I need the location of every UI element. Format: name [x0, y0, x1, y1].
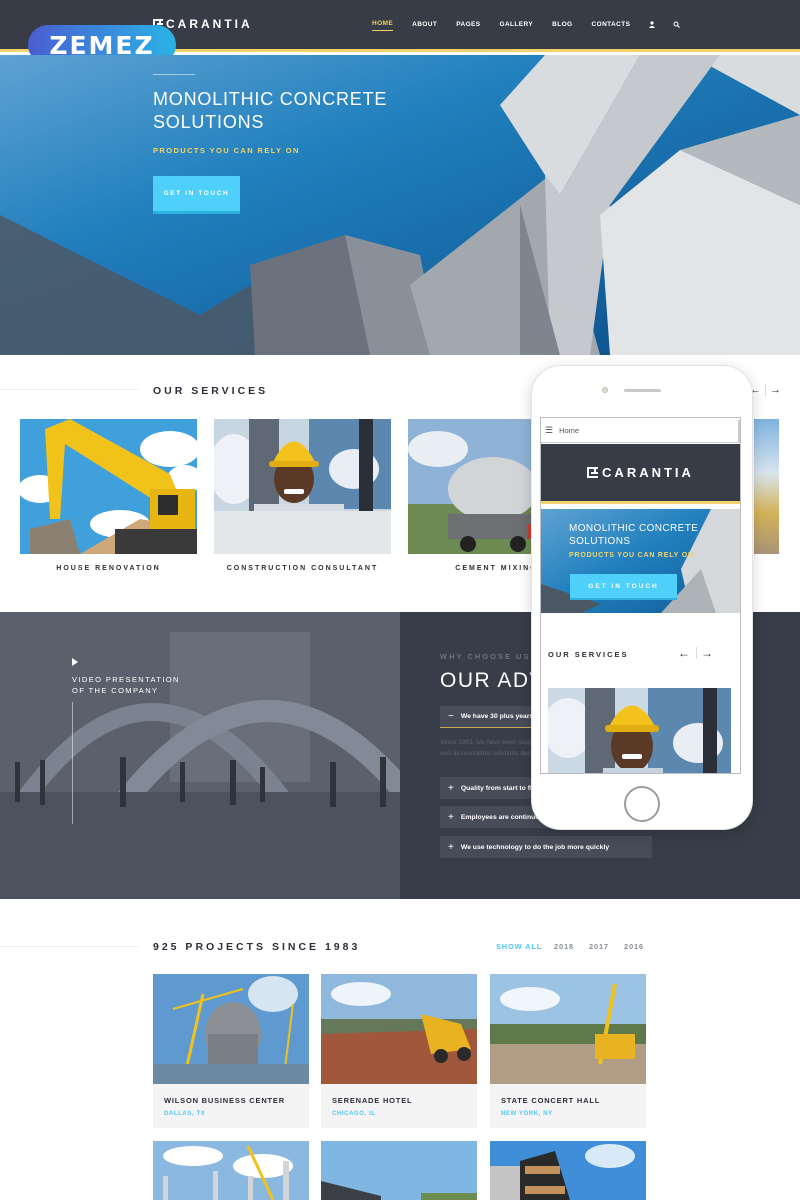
project-location: CHICAGO, IL	[332, 1111, 376, 1117]
project-image	[490, 1141, 646, 1200]
nav-about[interactable]: ABOUT	[412, 21, 437, 31]
why-choose-us-kicker: WHY CHOOSE US	[440, 652, 531, 661]
main-nav: HOME ABOUT PAGES GALLERY BLOG CONTACTS	[372, 20, 698, 31]
phone-header: CARANTIA	[541, 444, 740, 504]
filter-2016[interactable]: 2016	[624, 942, 644, 951]
video-presentation-label[interactable]: VIDEO PRESENTATION OF THE COMPANY	[72, 674, 180, 696]
hamburger-icon[interactable]: ☰	[545, 425, 553, 436]
project-image	[153, 1141, 309, 1200]
filter-2017[interactable]: 2017	[589, 942, 609, 951]
phone-hero-title-line1: MONOLITHIC CONCRETE	[569, 523, 699, 534]
nav-gallery[interactable]: GALLERY	[500, 21, 534, 31]
hero-title-line1: MONOLITHIC CONCRETE	[153, 89, 388, 109]
project-name: WILSON BUSINESS CENTER	[164, 1096, 285, 1105]
hero-title-line2: SOLUTIONS	[153, 112, 265, 132]
project-card[interactable]	[321, 1141, 477, 1200]
plus-icon: +	[448, 782, 454, 794]
project-location: DALLAS, TX	[164, 1111, 206, 1117]
user-icon[interactable]	[649, 21, 656, 30]
video-label-line2: OF THE COMPANY	[72, 686, 159, 695]
phone-arrow-right-icon[interactable]: →	[701, 646, 713, 660]
phone-service-image[interactable]	[548, 688, 731, 773]
hero-divider	[153, 74, 195, 75]
projects-divider	[0, 946, 138, 947]
phone-menu-bar: ☰ Home	[541, 418, 740, 443]
minus-icon: −	[448, 711, 454, 722]
video-vertical-line	[72, 702, 73, 824]
phone-hero-title-line2: SOLUTIONS	[569, 536, 631, 547]
phone-hero-subtitle: PRODUCTS YOU CAN RELY ON	[569, 552, 694, 559]
logo-text: CARANTIA	[166, 17, 253, 31]
project-image	[321, 974, 477, 1084]
project-name: SERENADE HOTEL	[332, 1096, 413, 1105]
hero-subtitle: PRODUCTS YOU CAN RELY ON	[153, 146, 300, 155]
plus-icon: +	[448, 841, 454, 853]
phone-camera-icon	[602, 387, 608, 393]
search-icon[interactable]	[673, 21, 681, 30]
accordion-item[interactable]: + We use technology to do the job more q…	[440, 836, 652, 858]
phone-logo-mark-icon	[587, 467, 599, 478]
project-name: STATE CONCERT HALL	[501, 1096, 601, 1105]
service-image-house-renovation[interactable]	[20, 419, 197, 554]
phone-hero-title: MONOLITHIC CONCRETE SOLUTIONS	[569, 522, 698, 548]
phone-menu-label[interactable]: Home	[559, 426, 579, 435]
filter-show-all[interactable]: SHOW ALL	[496, 942, 542, 951]
play-icon[interactable]	[72, 658, 78, 666]
phone-home-button	[624, 786, 660, 822]
projects-title: 925 PROJECTS SINCE 1983	[153, 941, 361, 953]
services-title: OUR SERVICES	[153, 385, 269, 397]
plus-icon: +	[448, 811, 454, 823]
arrow-separator	[765, 384, 766, 396]
nav-pages[interactable]: PAGES	[456, 21, 480, 31]
phone-speaker	[624, 389, 661, 392]
nav-contacts[interactable]: CONTACTS	[592, 21, 631, 31]
service-label[interactable]: HOUSE RENOVATION	[20, 565, 197, 572]
nav-blog[interactable]: BLOG	[552, 21, 572, 31]
phone-arrow-separator	[696, 647, 697, 659]
service-image-partial[interactable]	[754, 419, 779, 554]
phone-scrollbar[interactable]	[738, 420, 740, 442]
project-card[interactable]: STATE CONCERT HALL NEW YORK, NY	[490, 974, 646, 1128]
project-location: NEW YORK, NY	[501, 1111, 553, 1117]
project-card[interactable]: SERENADE HOTEL CHICAGO, IL	[321, 974, 477, 1128]
accordion-label: We use technology to do the job more qui…	[460, 843, 610, 851]
get-in-touch-button[interactable]: GET IN TOUCH	[153, 176, 240, 214]
phone-logo-text: CARANTIA	[602, 465, 694, 480]
phone-get-in-touch-button[interactable]: GET IN TOUCH	[570, 574, 677, 600]
phone-arrow-left-icon[interactable]: ←	[678, 646, 690, 660]
service-image-construction-consultant[interactable]	[214, 419, 391, 554]
project-image	[321, 1141, 477, 1200]
phone-services-title: OUR SERVICES	[548, 650, 629, 659]
arrow-right-icon[interactable]: →	[770, 384, 781, 396]
project-card[interactable]: WILSON BUSINESS CENTER DALLAS, TX	[153, 974, 309, 1128]
hero-title: MONOLITHIC CONCRETE SOLUTIONS	[153, 88, 413, 134]
phone-hero: MONOLITHIC CONCRETE SOLUTIONS PRODUCTS Y…	[541, 509, 740, 613]
filter-2018[interactable]: 2018	[554, 942, 574, 951]
project-card[interactable]	[490, 1141, 646, 1200]
phone-screen: ☰ Home CARANTIA MONOLITHIC CONCRETE SOLU…	[540, 417, 741, 774]
nav-home[interactable]: HOME	[372, 20, 394, 31]
services-divider	[0, 389, 138, 390]
project-card[interactable]	[153, 1141, 309, 1200]
service-label[interactable]: CONSTRUCTION CONSULTANT	[214, 565, 391, 572]
project-image	[490, 974, 646, 1084]
video-label-line1: VIDEO PRESENTATION	[72, 675, 180, 684]
project-image	[153, 974, 309, 1085]
video-background	[0, 612, 400, 899]
